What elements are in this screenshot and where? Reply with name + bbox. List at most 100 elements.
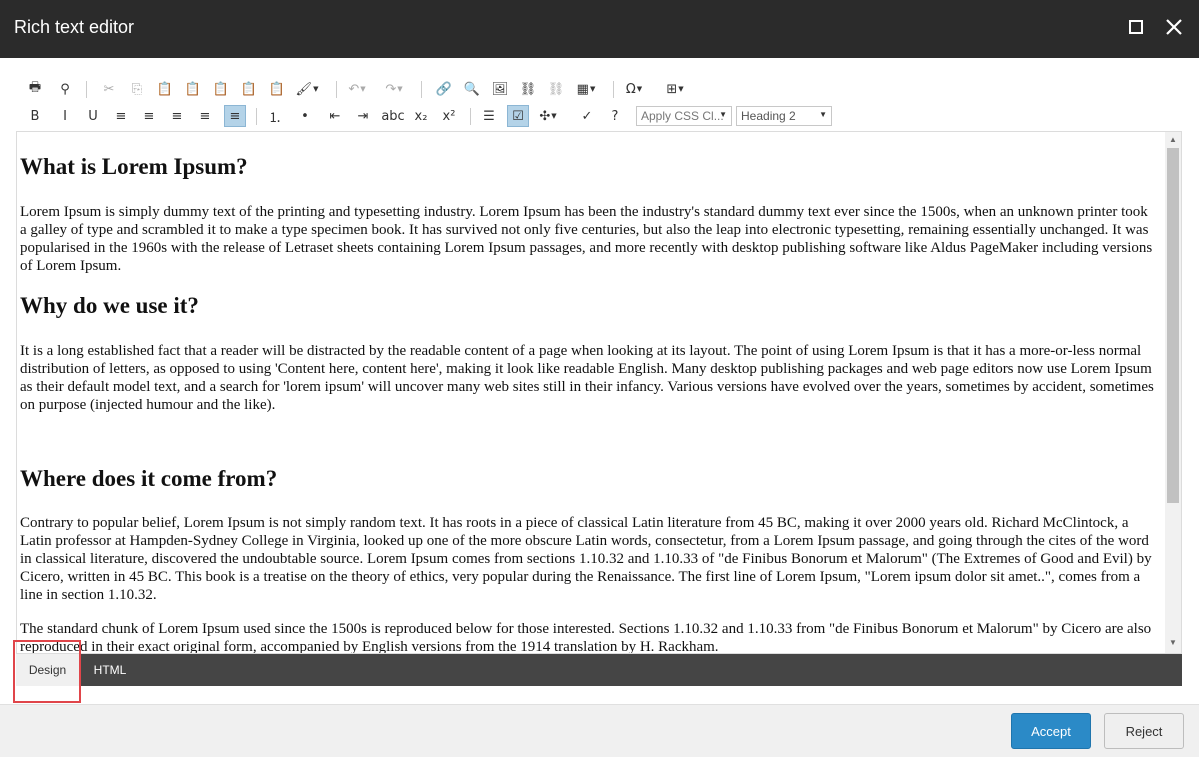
row1-glyph: 📋 bbox=[212, 81, 230, 97]
chevron-down-icon: ▼ bbox=[397, 85, 403, 93]
snippet-icon[interactable]: ⊞ ▼ bbox=[664, 78, 686, 100]
row2-glyph: ? bbox=[611, 108, 619, 124]
row1-glyph: ↶ bbox=[348, 81, 360, 97]
row1-glyph: 🖶 bbox=[28, 80, 42, 95]
toolbar-separator bbox=[86, 81, 87, 98]
row1-glyph: ⛓ bbox=[547, 81, 565, 97]
apply-css-class-dropdown[interactable]: Apply CSS Cl... ▼ bbox=[636, 106, 732, 126]
row2-glyph: ≡ bbox=[199, 108, 211, 124]
unlink-icon[interactable]: ⛓ bbox=[545, 78, 567, 100]
design-view-icon[interactable]: ☑ bbox=[507, 105, 529, 127]
close-icon[interactable] bbox=[1164, 17, 1184, 37]
accept-button[interactable]: Accept bbox=[1011, 713, 1091, 749]
underline-icon[interactable]: U bbox=[82, 105, 104, 127]
row2-glyph: I bbox=[63, 108, 67, 124]
row2-glyph: • bbox=[301, 108, 309, 124]
paste-word-icon[interactable]: 📋 bbox=[210, 78, 232, 100]
maximize-icon[interactable] bbox=[1129, 20, 1143, 34]
heading-what-is: What is Lorem Ipsum? bbox=[20, 154, 248, 179]
link-icon[interactable]: 🔍 bbox=[461, 78, 483, 100]
redo-icon[interactable]: ↷ ▼ bbox=[383, 78, 405, 100]
link-manager-icon[interactable]: 🔗 bbox=[433, 78, 455, 100]
editor-mode-bar: Design HTML bbox=[16, 654, 1182, 686]
scroll-down-icon[interactable]: ▼ bbox=[1169, 638, 1177, 647]
row1-glyph: ⚲ bbox=[60, 81, 70, 97]
toolbar-separator bbox=[256, 108, 257, 125]
row2-glyph: ≡ bbox=[143, 108, 155, 124]
paste-text-icon[interactable]: 📋 bbox=[182, 78, 204, 100]
row2-glyph: ≡ bbox=[229, 108, 241, 124]
paragraph-2: It is a long established fact that a rea… bbox=[20, 343, 1154, 413]
row2-glyph: U bbox=[88, 108, 98, 124]
design-tab-highlight bbox=[13, 640, 81, 703]
cut-icon[interactable]: ✂ bbox=[98, 78, 120, 100]
justify-icon[interactable]: ≡ bbox=[194, 105, 216, 127]
row1-glyph: 🔗 bbox=[435, 81, 453, 97]
row1-glyph: 🖌 bbox=[295, 81, 313, 97]
italic-icon[interactable]: I bbox=[54, 105, 76, 127]
row2-glyph: ⇤ bbox=[329, 108, 341, 124]
paragraph-1: Lorem Ipsum is simply dummy text of the … bbox=[20, 204, 1153, 274]
horizontal-rule-icon[interactable]: ☰ bbox=[478, 105, 500, 127]
dialog-title: Rich text editor bbox=[14, 17, 135, 37]
module-icon[interactable]: ✣ ▼ bbox=[537, 105, 559, 127]
insert-link-icon[interactable]: ⛓ bbox=[517, 78, 539, 100]
apply-css-class-label: Apply CSS Cl... bbox=[641, 109, 724, 123]
table-icon[interactable]: ▦ ▼ bbox=[575, 78, 597, 100]
help-icon[interactable]: ? bbox=[604, 105, 626, 127]
tab-html[interactable]: HTML bbox=[82, 654, 138, 686]
align-center-icon[interactable]: ≡ bbox=[138, 105, 160, 127]
chevron-down-icon: ▼ bbox=[313, 85, 319, 93]
chevron-down-icon: ▼ bbox=[360, 85, 366, 93]
copy-icon[interactable]: ⎘ bbox=[126, 78, 148, 100]
row1-glyph: ↷ bbox=[385, 81, 397, 97]
print-icon[interactable]: 🖶 bbox=[24, 78, 46, 100]
paste-html-icon[interactable]: 📋 bbox=[238, 78, 260, 100]
outdent-icon[interactable]: ⇤ bbox=[324, 105, 346, 127]
row1-glyph: 📋 bbox=[268, 81, 286, 97]
bullet-list-icon[interactable]: • bbox=[294, 105, 316, 127]
row1-glyph: ✂ bbox=[103, 81, 115, 97]
scroll-up-icon[interactable]: ▲ bbox=[1169, 135, 1177, 144]
paragraph-3: Contrary to popular belief, Lorem Ipsum … bbox=[20, 515, 1152, 603]
row1-glyph: 🔍 bbox=[463, 81, 481, 97]
row2-glyph: ☑ bbox=[512, 108, 524, 124]
row2-glyph: ≡ bbox=[171, 108, 183, 124]
heading-why-use: Why do we use it? bbox=[20, 293, 199, 318]
paste-icon[interactable]: 📋 bbox=[154, 78, 176, 100]
toolbar-separator bbox=[613, 81, 614, 98]
paragraph-4: The standard chunk of Lorem Ipsum used s… bbox=[20, 621, 1152, 654]
justify-none-icon[interactable]: ≡ bbox=[224, 105, 246, 127]
row2-glyph: abc bbox=[381, 108, 405, 124]
editor-content-area[interactable]: What is Lorem Ipsum? Lorem Ipsum is simp… bbox=[16, 131, 1182, 654]
row2-glyph: ✣ bbox=[539, 108, 551, 124]
symbol-icon[interactable]: Ω ▼ bbox=[623, 78, 645, 100]
chevron-down-icon: ▼ bbox=[636, 85, 643, 93]
strikethrough-icon[interactable]: abc bbox=[381, 105, 405, 127]
superscript-icon[interactable]: x² bbox=[438, 105, 460, 127]
find-icon[interactable]: ⚲ bbox=[54, 78, 76, 100]
toolbar-separator bbox=[470, 108, 471, 125]
paragraph-format-label: Heading 2 bbox=[741, 109, 796, 123]
row1-glyph: 🖼 bbox=[491, 81, 509, 97]
align-left-icon[interactable]: ≡ bbox=[110, 105, 132, 127]
title-bar: Rich text editor bbox=[0, 0, 1199, 58]
row2-glyph: ⒈ bbox=[268, 110, 282, 126]
chevron-down-icon: ▼ bbox=[719, 110, 727, 119]
chevron-down-icon: ▼ bbox=[551, 112, 557, 120]
spellcheck-icon[interactable]: ✓ bbox=[576, 105, 598, 127]
format-painter-icon[interactable]: 🖌 ▼ bbox=[295, 78, 319, 100]
vertical-scrollbar[interactable]: ▲ ▼ bbox=[1165, 132, 1181, 653]
scrollbar-thumb[interactable] bbox=[1167, 148, 1179, 503]
bold-icon[interactable]: B bbox=[24, 105, 46, 127]
image-icon[interactable]: 🖼 bbox=[489, 78, 511, 100]
paste-format-icon[interactable]: 📋 bbox=[266, 78, 288, 100]
reject-button[interactable]: Reject bbox=[1104, 713, 1184, 749]
paragraph-format-dropdown[interactable]: Heading 2 ▼ bbox=[736, 106, 832, 126]
subscript-icon[interactable]: x₂ bbox=[410, 105, 432, 127]
heading-where-from: Where does it come from? bbox=[20, 466, 278, 491]
align-right-icon[interactable]: ≡ bbox=[166, 105, 188, 127]
undo-icon[interactable]: ↶ ▼ bbox=[346, 78, 368, 100]
indent-icon[interactable]: ⇥ bbox=[352, 105, 374, 127]
numbered-list-icon[interactable]: ⒈ bbox=[264, 105, 286, 127]
